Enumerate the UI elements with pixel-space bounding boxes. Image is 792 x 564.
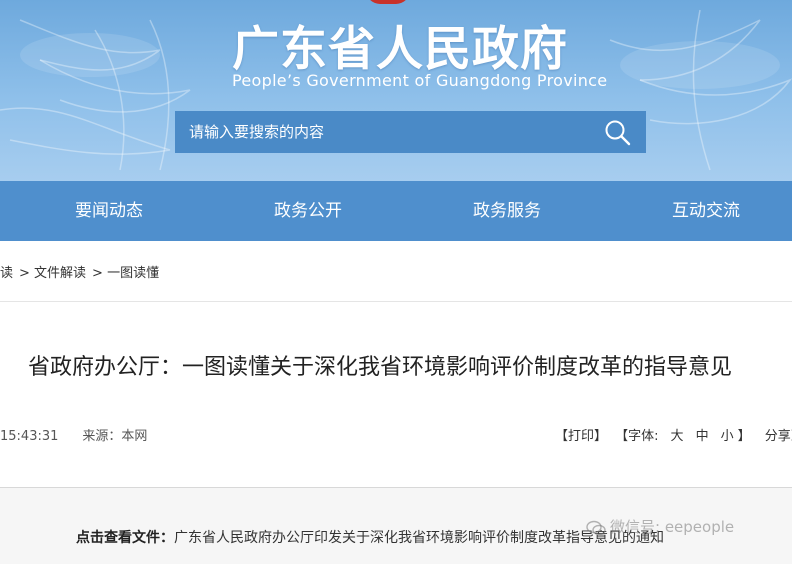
nav-item-news[interactable]: 要闻动态 <box>9 181 209 241</box>
breadcrumb-item[interactable]: > 文件解读 <box>19 266 86 281</box>
print-button[interactable]: 【打印】 <box>555 429 607 444</box>
site-title: 广东省人民政府 <box>232 22 568 77</box>
breadcrumb-item[interactable]: 读 <box>0 266 13 281</box>
share-button[interactable]: 分享到 <box>765 429 792 444</box>
nav-item-open-government[interactable]: 政务公开 <box>208 181 408 241</box>
related-file: 点击查看文件：广东省人民政府办公厅印发关于深化我省环境影响评价制度改革指导意见的… <box>76 527 664 547</box>
breadcrumb-item[interactable]: > 一图读懂 <box>92 266 159 281</box>
font-large-button[interactable]: 大 <box>671 429 684 444</box>
watermark-text: 微信号: eepeople <box>610 518 735 536</box>
wechat-icon <box>586 520 606 535</box>
font-medium-button[interactable]: 中 <box>696 429 709 444</box>
main-nav: 要闻动态 政务公开 政务服务 互动交流 <box>0 181 792 241</box>
search-bar <box>175 111 646 153</box>
search-icon[interactable] <box>604 119 632 147</box>
related-file-label: 点击查看文件： <box>76 530 174 546</box>
article-title: 省政府办公厅：一图读懂关于深化我省环境影响评价制度改革的指导意见 <box>28 355 733 380</box>
wechat-watermark: 微信号: eepeople <box>586 516 734 537</box>
article-tools: 【打印】 【字体: 大中小】 分享到 <box>555 425 792 444</box>
font-size-label: 【字体: <box>615 429 659 444</box>
article-source: 来源：本网 <box>82 429 148 444</box>
font-small-button[interactable]: 小 <box>721 429 734 444</box>
site-header: 广东省人民政府 People’s Government of Guangdong… <box>0 0 792 181</box>
publish-time: 15:43:31 <box>0 429 59 444</box>
site-subtitle: People’s Government of Guangdong Provinc… <box>232 71 608 90</box>
divider <box>0 301 792 302</box>
search-input[interactable] <box>175 111 595 153</box>
font-size-close: 】 <box>737 429 751 444</box>
breadcrumb: 读 > 文件解读 > 一图读懂 <box>0 262 165 281</box>
nav-item-services[interactable]: 政务服务 <box>407 181 607 241</box>
nav-item-interaction[interactable]: 互动交流 <box>606 181 792 241</box>
article-meta: 15:43:31 来源：本网 <box>0 425 147 444</box>
